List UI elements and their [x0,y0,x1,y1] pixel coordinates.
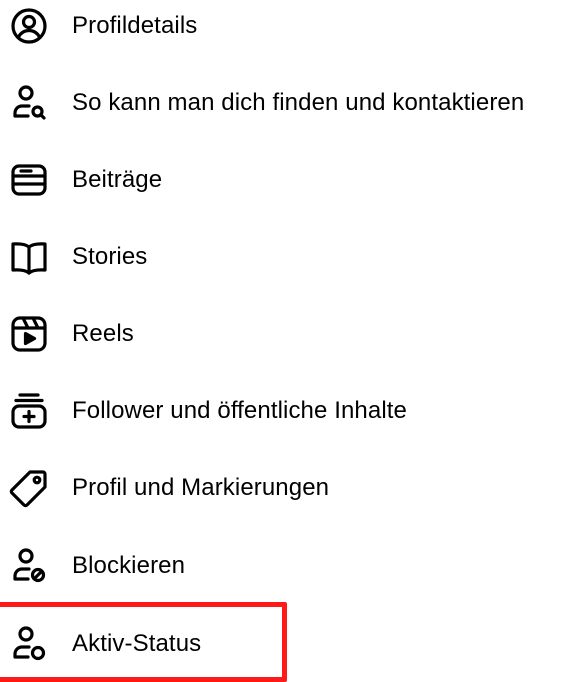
menu-item-find-and-contact[interactable]: So kann man dich finden und kontaktieren [0,75,568,131]
settings-menu: Profildetails So kann man dich finden un… [0,0,568,665]
menu-item-profile-details[interactable]: Profildetails [0,0,568,54]
person-block-icon [9,546,49,586]
menu-item-label: Follower und öffentliche Inhalte [72,397,407,424]
menu-item-reels[interactable]: Reels [0,306,568,362]
menu-item-label: Aktiv-Status [72,630,202,657]
menu-item-label: Profil und Markierungen [72,474,330,501]
profile-circle-icon [9,6,49,46]
menu-item-activity-status[interactable]: Aktiv-Status [0,616,568,672]
posts-icon [9,160,49,200]
reels-icon [9,314,49,354]
menu-item-label: Blockieren [72,552,186,579]
menu-item-label: Profildetails [72,12,198,39]
book-icon [9,237,49,277]
menu-item-profile-and-tags[interactable]: Profil und Markierungen [0,460,568,516]
menu-item-label: So kann man dich finden und kontaktieren [72,89,525,116]
menu-item-followers-and-public-content[interactable]: Follower und öffentliche Inhalte [0,383,568,439]
menu-item-block[interactable]: Blockieren [0,538,568,594]
stack-add-icon [9,391,49,431]
tag-icon [9,468,49,508]
person-search-icon [9,83,49,123]
menu-item-label: Stories [72,243,148,270]
menu-item-stories[interactable]: Stories [0,229,568,285]
menu-item-label: Reels [72,320,134,347]
menu-item-posts[interactable]: Beiträge [0,152,568,208]
person-status-icon [9,624,49,664]
menu-item-label: Beiträge [72,166,163,193]
